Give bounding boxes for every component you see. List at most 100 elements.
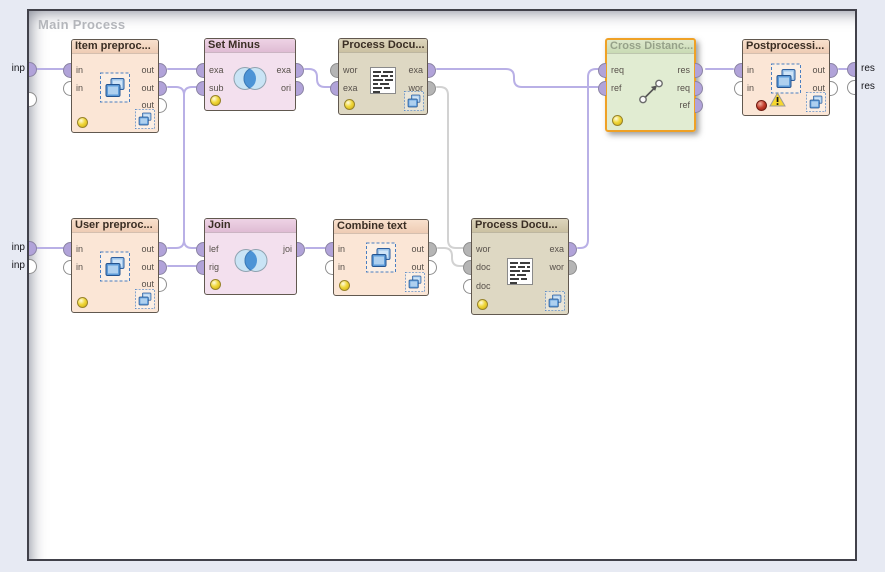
operator-process-documents-1[interactable]: Process Docu...worexaexawor xyxy=(338,38,428,115)
status-ok-icon xyxy=(477,299,488,310)
process-result-label: res xyxy=(861,63,885,74)
wire-item-preprocessing.out2-to-join.lef[interactable] xyxy=(168,87,196,248)
operator-cross-distances[interactable]: Cross Distanc...reqrefresreqref xyxy=(605,38,696,132)
operator-title: User preproc... xyxy=(72,219,158,233)
operator-combine-text[interactable]: Combine textininoutout xyxy=(333,219,429,296)
operator-icon-wrap xyxy=(366,243,396,278)
port-label: in xyxy=(76,82,83,94)
operator-item-preprocessing[interactable]: Item preproc...ininoutoutout xyxy=(71,39,159,133)
wire-process-documents-1.wor-to-process-documents-2.wor[interactable] xyxy=(437,87,463,248)
process-result-port-2[interactable] xyxy=(847,80,855,95)
warning-icon-wrap xyxy=(769,92,786,112)
enter-subprocess-icon-wrap xyxy=(806,92,826,112)
operator-process-documents-2[interactable]: Process Docu...wordocdocexawor xyxy=(471,218,569,315)
process-result-port-1[interactable] xyxy=(847,62,855,77)
subprocess-icon xyxy=(100,72,130,102)
port-label: exa xyxy=(343,82,358,94)
enter-subprocess-icon xyxy=(405,272,425,292)
venn-diagram-icon xyxy=(233,248,269,274)
operator-title: Process Docu... xyxy=(339,39,427,53)
enter-subprocess-icon-wrap xyxy=(404,91,424,111)
status-ok-icon xyxy=(339,280,350,291)
status-ok-icon xyxy=(612,115,623,126)
port-join-in-rig[interactable] xyxy=(196,260,204,275)
port-label: ref xyxy=(679,99,690,111)
port-user-preprocessing-in-in[interactable] xyxy=(63,242,71,257)
port-postprocessing-in-in[interactable] xyxy=(734,63,742,78)
subprocess-icon xyxy=(100,252,130,282)
operator-title: Process Docu... xyxy=(472,219,568,233)
operator-set-minus[interactable]: Set Minusexasubexaori xyxy=(204,38,296,111)
port-label: in xyxy=(338,243,345,255)
port-label: in xyxy=(747,64,754,76)
port-user-preprocessing-in-in[interactable] xyxy=(63,260,71,275)
enter-subprocess-icon-wrap xyxy=(135,109,155,129)
port-process-documents-2-in-doc[interactable] xyxy=(463,279,471,294)
port-combine-text-in-in[interactable] xyxy=(325,260,333,275)
document-text-icon xyxy=(370,67,396,94)
wire-user-preprocessing.out1-to-set-minus.sub[interactable] xyxy=(168,87,196,248)
operator-join[interactable]: Joinlefrigjoi xyxy=(204,218,297,295)
operator-icon-wrap xyxy=(232,66,268,97)
venn-diagram-icon xyxy=(232,66,268,92)
port-label: in xyxy=(76,64,83,76)
operator-title: Postprocessi... xyxy=(743,40,829,54)
wire-process-documents-1.exa-to-cross-distances.ref[interactable] xyxy=(437,69,598,87)
port-item-preprocessing-in-in[interactable] xyxy=(63,63,71,78)
operator-icon-wrap xyxy=(370,67,396,99)
warning-icon xyxy=(769,92,786,107)
operator-user-preprocessing[interactable]: User preproc...ininoutoutout xyxy=(71,218,159,313)
wire-combine-text.out1-to-process-documents-2.doc[interactable] xyxy=(438,248,463,266)
operator-icon-wrap xyxy=(233,248,269,279)
port-label: doc xyxy=(476,280,491,292)
port-label: joi xyxy=(283,243,292,255)
port-cross-distances-in-req[interactable] xyxy=(598,63,606,78)
process-input-label: inp xyxy=(2,260,25,271)
port-label: out xyxy=(411,243,424,255)
document-text-icon xyxy=(507,258,533,285)
enter-subprocess-icon-wrap xyxy=(405,272,425,292)
port-label: in xyxy=(338,261,345,273)
enter-subprocess-icon xyxy=(135,109,155,129)
operator-title: Cross Distanc... xyxy=(607,40,694,54)
process-editor: Main Process Item preproc...ininoutoutou… xyxy=(0,0,885,572)
port-set-minus-in-sub[interactable] xyxy=(196,81,204,96)
port-process-documents-1-in-wor[interactable] xyxy=(330,63,338,78)
port-postprocessing-in-in[interactable] xyxy=(734,81,742,96)
enter-subprocess-icon xyxy=(404,91,424,111)
subprocess-icon xyxy=(771,64,801,94)
distance-measure-icon xyxy=(635,75,667,107)
port-label: out xyxy=(812,64,825,76)
wire-process-documents-2.exa-to-cross-distances.req[interactable] xyxy=(578,69,598,248)
process-input-label: inp xyxy=(2,63,25,74)
port-process-documents-1-in-exa[interactable] xyxy=(330,81,338,96)
port-label: in xyxy=(747,82,754,94)
operator-icon-wrap xyxy=(507,258,533,290)
status-error-icon xyxy=(756,100,767,111)
operator-postprocessing[interactable]: Postprocessi...ininoutout xyxy=(742,39,830,116)
status-ok-icon xyxy=(344,99,355,110)
process-input-label: inp xyxy=(2,242,25,253)
port-combine-text-in-in[interactable] xyxy=(325,242,333,257)
port-label: wor xyxy=(476,243,491,255)
enter-subprocess-icon-wrap xyxy=(135,289,155,309)
enter-subprocess-icon-wrap xyxy=(545,291,565,311)
port-label: doc xyxy=(476,261,491,273)
port-label: wor xyxy=(343,64,358,76)
port-set-minus-in-exa[interactable] xyxy=(196,63,204,78)
port-label: wor xyxy=(549,261,564,273)
enter-subprocess-icon xyxy=(545,291,565,311)
status-ok-icon xyxy=(210,279,221,290)
wire-set-minus.exa-to-process-documents-1.exa[interactable] xyxy=(305,69,330,87)
port-cross-distances-in-ref[interactable] xyxy=(598,81,606,96)
status-ok-icon xyxy=(210,95,221,106)
enter-subprocess-icon xyxy=(806,92,826,112)
port-item-preprocessing-in-in[interactable] xyxy=(63,81,71,96)
status-ok-icon xyxy=(77,297,88,308)
port-process-documents-2-in-wor[interactable] xyxy=(463,242,471,257)
port-label: res xyxy=(677,64,690,76)
operator-icon-wrap xyxy=(100,72,130,107)
port-join-in-lef[interactable] xyxy=(196,242,204,257)
port-label: sub xyxy=(209,82,224,94)
port-process-documents-2-in-doc[interactable] xyxy=(463,260,471,275)
